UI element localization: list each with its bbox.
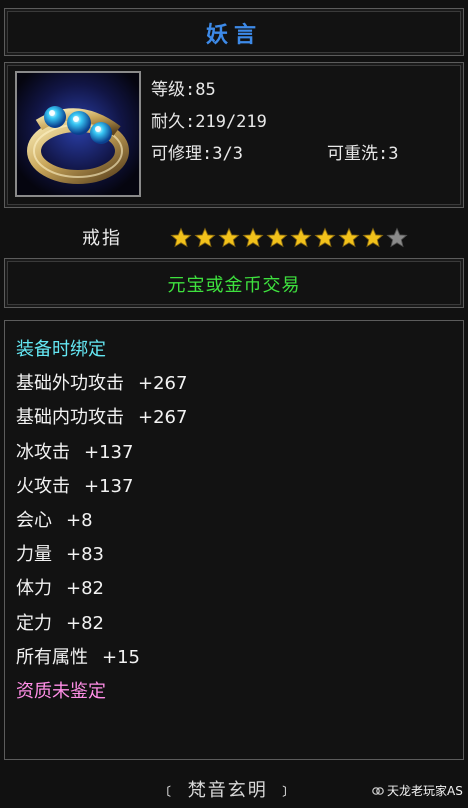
attribute-row: 会心 +8: [16, 506, 93, 532]
star-icon: [338, 227, 360, 248]
attribute-label: 火攻击: [16, 475, 70, 497]
attribute-value: +83: [66, 544, 104, 566]
attribute-label: 所有属性: [16, 646, 88, 668]
item-durability: 耐久:219/219: [151, 112, 267, 132]
attribute-label: 力量: [16, 544, 52, 566]
watermark-text: 天龙老玩家AS: [387, 784, 463, 798]
attribute-box: 装备时绑定基础外功攻击 +267 基础内功攻击 +267 冰攻击 +137 火攻击 +137 会…: [4, 320, 464, 760]
attribute-label: 装备时绑定: [16, 339, 106, 360]
attribute-row: 力量 +83: [16, 540, 104, 566]
attribute-value: +8: [66, 510, 93, 531]
attribute-value: +267: [138, 407, 188, 429]
star-icon: [194, 227, 216, 248]
attribute-row: 装备时绑定: [16, 335, 106, 361]
attribute-label: 会心: [16, 510, 52, 531]
attribute-label: 定力: [16, 612, 52, 634]
item-title-box: 妖言: [4, 8, 464, 56]
attribute-row: 基础内功攻击 +267: [16, 403, 187, 429]
attribute-value: +15: [102, 646, 140, 668]
attribute-value: +82: [66, 612, 104, 634]
star-icon: [362, 227, 384, 248]
attribute-row: 定力 +82: [16, 609, 104, 635]
attribute-row: 火攻击 +137: [16, 472, 133, 498]
attribute-value: +82: [66, 578, 104, 600]
star-icon: [314, 227, 336, 248]
trade-type: 元宝或金币交易: [167, 275, 301, 296]
item-tooltip-panel: 妖言 等级:85 耐久:219/219 可修理:3/3 可重洗:3 戒指 元宝或…: [0, 0, 468, 808]
star-icon: [386, 227, 408, 248]
star-icon: [218, 227, 240, 248]
attribute-row: 所有属性 +15: [16, 643, 140, 669]
watermark-logo-icon: [372, 786, 384, 795]
item-rewash-count: 可重洗:3: [327, 144, 399, 164]
attribute-label: 冰攻击: [16, 441, 70, 463]
star-icon: [266, 227, 288, 248]
attribute-row: 资质未鉴定: [16, 677, 106, 703]
star-rating: [170, 227, 410, 249]
item-repair-count: 可修理:3/3: [151, 144, 243, 164]
set-name: ﹝ 梵音玄明 ﹞: [160, 780, 296, 801]
attribute-label: 资质未鉴定: [16, 681, 106, 702]
item-level: 等级:85: [151, 80, 216, 100]
star-icon: [170, 227, 192, 248]
attribute-label: 基础内功攻击: [16, 407, 124, 429]
attribute-value: +137: [84, 475, 134, 497]
attribute-row: 体力 +82: [16, 574, 104, 600]
item-info-box: 等级:85 耐久:219/219 可修理:3/3 可重洗:3: [4, 62, 464, 208]
watermark: 天龙老玩家AS: [372, 782, 463, 799]
attribute-value: +137: [84, 441, 134, 463]
item-name: 妖言: [205, 23, 262, 48]
attribute-value: +267: [138, 373, 188, 395]
item-type: 戒指: [82, 228, 122, 249]
star-icon: [290, 227, 312, 248]
attribute-label: 体力: [16, 578, 52, 600]
attribute-label: 基础外功攻击: [16, 373, 124, 395]
trade-box: 元宝或金币交易: [4, 258, 464, 308]
star-icon: [242, 227, 264, 248]
ring-item-icon[interactable]: [15, 71, 141, 197]
attribute-row: 冰攻击 +137: [16, 438, 133, 464]
attribute-row: 基础外功攻击 +267: [16, 369, 187, 395]
